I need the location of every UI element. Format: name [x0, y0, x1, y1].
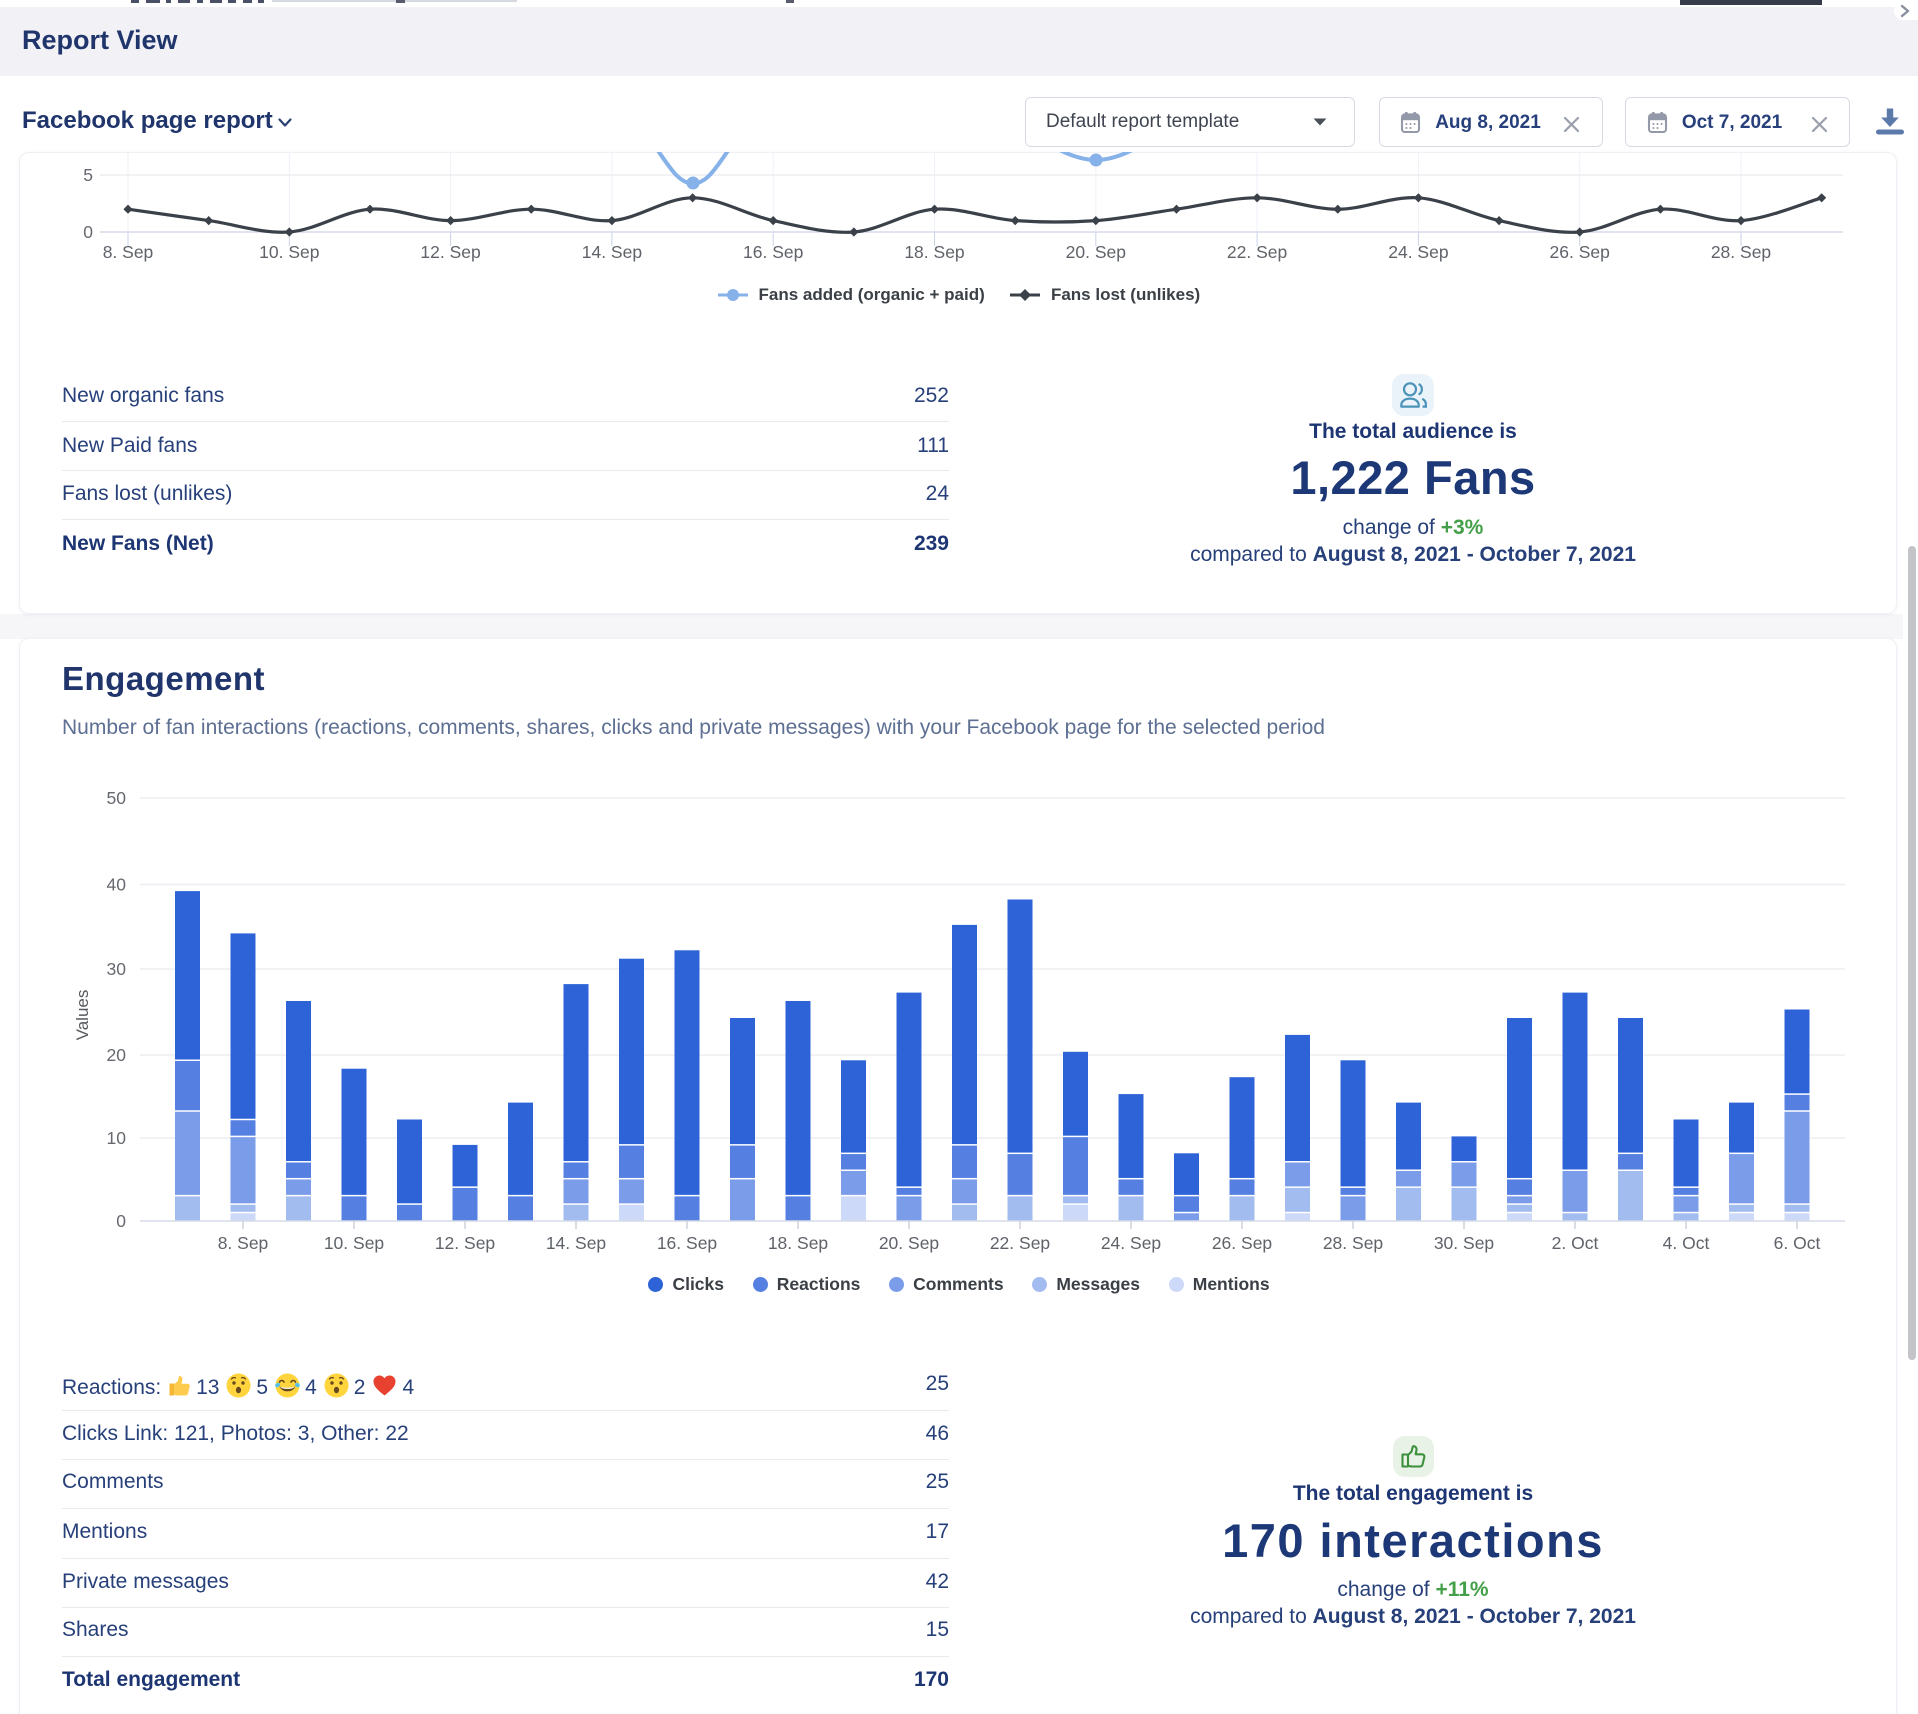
svg-text:8. Sep: 8. Sep — [103, 242, 154, 262]
svg-text:14. Sep: 14. Sep — [582, 242, 642, 262]
svg-text:12. Sep: 12. Sep — [420, 242, 480, 262]
svg-text:18. Sep: 18. Sep — [904, 242, 964, 262]
svg-text:30. Sep: 30. Sep — [1434, 1233, 1494, 1253]
svg-text:24. Sep: 24. Sep — [1388, 242, 1448, 262]
svg-text:28. Sep: 28. Sep — [1711, 242, 1771, 262]
svg-text:26. Sep: 26. Sep — [1212, 1233, 1272, 1253]
svg-text:50: 50 — [107, 788, 127, 808]
svg-text:20: 20 — [107, 1045, 127, 1065]
svg-text:20. Sep: 20. Sep — [1066, 242, 1126, 262]
svg-text:40: 40 — [107, 875, 127, 895]
svg-text:0: 0 — [83, 222, 93, 242]
svg-text:12. Sep: 12. Sep — [435, 1233, 495, 1253]
svg-text:6. Oct: 6. Oct — [1774, 1233, 1821, 1253]
svg-text:10. Sep: 10. Sep — [324, 1233, 384, 1253]
svg-text:26. Sep: 26. Sep — [1550, 242, 1610, 262]
svg-text:0: 0 — [116, 1211, 126, 1231]
svg-text:4. Oct: 4. Oct — [1663, 1233, 1710, 1253]
svg-text:28. Sep: 28. Sep — [1323, 1233, 1383, 1253]
svg-text:24. Sep: 24. Sep — [1101, 1233, 1161, 1253]
svg-text:5: 5 — [83, 165, 93, 185]
svg-text:22. Sep: 22. Sep — [1227, 242, 1287, 262]
svg-text:10: 10 — [107, 1128, 127, 1148]
svg-text:10. Sep: 10. Sep — [259, 242, 319, 262]
svg-text:Values: Values — [73, 990, 92, 1041]
svg-text:20. Sep: 20. Sep — [879, 1233, 939, 1253]
svg-text:16. Sep: 16. Sep — [657, 1233, 717, 1253]
svg-text:14. Sep: 14. Sep — [546, 1233, 606, 1253]
svg-text:18. Sep: 18. Sep — [768, 1233, 828, 1253]
svg-text:16. Sep: 16. Sep — [743, 242, 803, 262]
svg-text:22. Sep: 22. Sep — [990, 1233, 1050, 1253]
svg-text:2. Oct: 2. Oct — [1552, 1233, 1599, 1253]
svg-text:30: 30 — [107, 959, 127, 979]
svg-text:8. Sep: 8. Sep — [218, 1233, 269, 1253]
